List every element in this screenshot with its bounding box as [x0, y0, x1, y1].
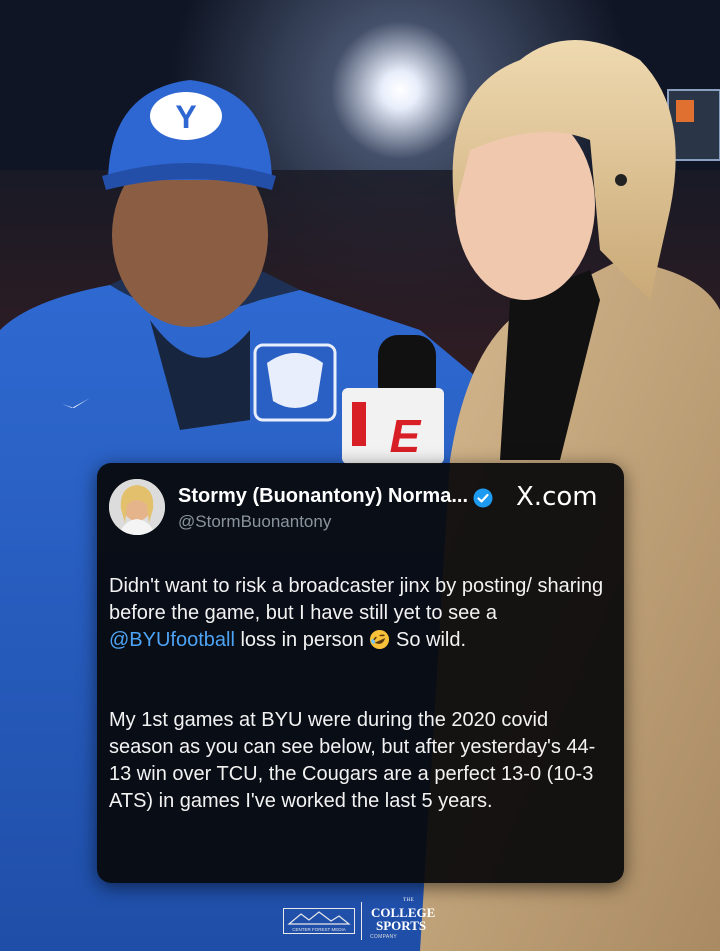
display-name[interactable]: Stormy (Buonantony) Norma... — [178, 485, 468, 508]
college-sports-company-logo: THE COLLEGE SPORTS COMPANY — [368, 898, 454, 944]
rolling-on-floor-laughing-emoji — [370, 629, 390, 650]
brand-the-text: THE — [403, 898, 415, 903]
profile-avatar — [109, 479, 165, 535]
brand-company-text: COMPANY — [370, 934, 398, 940]
svg-text:CENTER FOREST MEDIA: CENTER FOREST MEDIA — [292, 927, 345, 932]
embedded-tweet-card: Stormy (Buonantony) Norma... @StormBuona… — [97, 463, 624, 883]
logo-divider — [361, 902, 362, 940]
verified-badge-icon — [473, 488, 493, 508]
byu-football-mention-link[interactable]: @BYUfootball — [109, 629, 235, 651]
center-forest-media-logo: CENTER FOREST MEDIA — [283, 908, 355, 934]
post-image: Y E Stormy (Buonantony) Norma... @StormB… — [0, 0, 720, 951]
tweet-paragraph-1: Didn't want to risk a broadcaster jinx b… — [109, 573, 617, 654]
svg-text:Y: Y — [175, 99, 196, 135]
paragraph-1-text-after-mention: loss in person — [234, 629, 370, 651]
footer-logos: CENTER FOREST MEDIA THE COLLEGE SPORTS C… — [283, 898, 453, 944]
svg-text:E: E — [390, 410, 422, 462]
user-handle[interactable]: @StormBuonantony — [178, 512, 331, 532]
brand-sports-text: SPORTS — [376, 918, 427, 933]
tweet-paragraph-2: My 1st games at BYU were during the 2020… — [109, 709, 596, 812]
x-com-label: X.com — [516, 482, 598, 512]
paragraph-1-tail: So wild. — [390, 629, 467, 651]
paragraph-1-text: Didn't want to risk a broadcaster jinx b… — [109, 575, 604, 624]
